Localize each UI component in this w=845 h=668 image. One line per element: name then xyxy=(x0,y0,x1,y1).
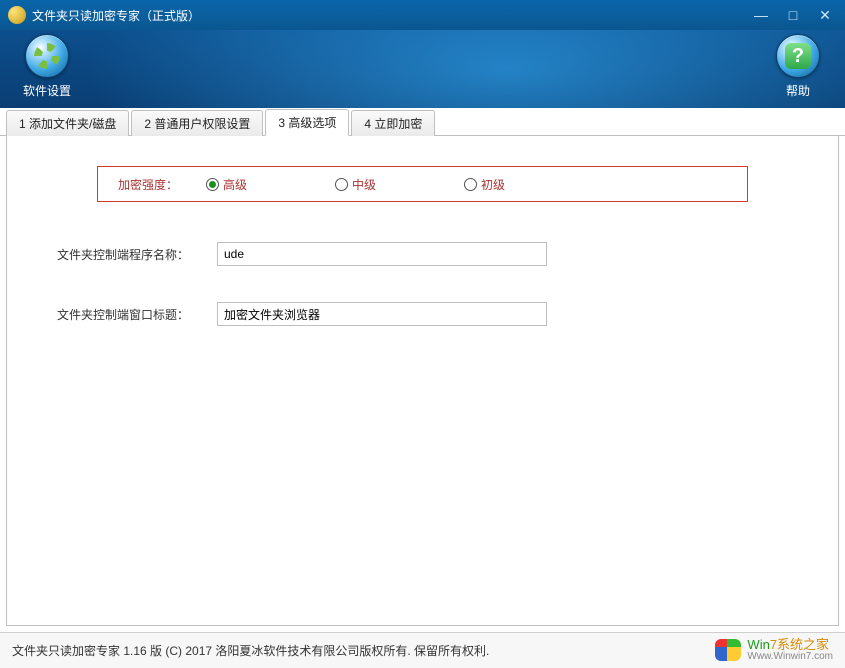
minimize-button[interactable]: ― xyxy=(745,5,777,25)
window-title-label: 文件夹控制端窗口标题： xyxy=(57,306,217,323)
window-title-input[interactable] xyxy=(217,302,547,326)
strength-option-med[interactable]: 中级 xyxy=(335,176,376,193)
strength-radio-med[interactable] xyxy=(335,178,348,191)
strength-option-low[interactable]: 初级 xyxy=(464,176,505,193)
statusbar: 文件夹只读加密专家 1.16 版 (C) 2017 洛阳夏冰软件技术有限公司版权… xyxy=(0,632,845,668)
strength-option-high[interactable]: 高级 xyxy=(206,176,247,193)
strength-radio-low[interactable] xyxy=(464,178,477,191)
watermark-brand: Win7系统之家 Www.Winwin7.com xyxy=(715,638,833,662)
strength-option-high-label: 高级 xyxy=(223,176,247,193)
program-name-input[interactable] xyxy=(217,242,547,266)
encryption-strength-group: 加密强度： 高级 中级 初级 xyxy=(97,166,748,202)
status-text: 文件夹只读加密专家 1.16 版 (C) 2017 洛阳夏冰软件技术有限公司版权… xyxy=(12,642,489,659)
brand-url: Www.Winwin7.com xyxy=(747,652,833,663)
tab-encrypt-now[interactable]: 4 立即加密 xyxy=(351,110,435,136)
settings-button[interactable] xyxy=(25,34,69,78)
maximize-button[interactable]: □ xyxy=(777,5,809,25)
tab-content: 加密强度： 高级 中级 初级 文件夹控制端程序名称： 文件夹控制端窗口标题： xyxy=(6,136,839,626)
program-name-label: 文件夹控制端程序名称： xyxy=(57,246,217,263)
window-controls: ― □ ✕ xyxy=(745,0,841,30)
tab-advanced[interactable]: 3 高级选项 xyxy=(265,109,349,136)
strength-label: 加密强度： xyxy=(118,176,178,193)
titlebar: 文件夹只读加密专家（正式版） ― □ ✕ xyxy=(0,0,845,30)
tab-user-permissions[interactable]: 2 普通用户权限设置 xyxy=(131,110,263,136)
help-label: 帮助 xyxy=(769,82,827,99)
settings-block: 软件设置 xyxy=(18,34,76,99)
header-banner: 软件设置 ? 帮助 xyxy=(0,30,845,108)
win7-flag-icon xyxy=(715,639,741,661)
strength-radio-high[interactable] xyxy=(206,178,219,191)
strength-option-low-label: 初级 xyxy=(481,176,505,193)
app-title: 文件夹只读加密专家（正式版） xyxy=(32,7,200,24)
row-window-title: 文件夹控制端窗口标题： xyxy=(57,302,788,326)
strength-option-med-label: 中级 xyxy=(352,176,376,193)
close-button[interactable]: ✕ xyxy=(809,5,841,25)
help-block: ? 帮助 xyxy=(769,34,827,99)
settings-label: 软件设置 xyxy=(18,82,76,99)
gear-icon xyxy=(34,43,60,69)
app-icon xyxy=(8,6,26,24)
brand-title: Win7系统之家 xyxy=(747,638,833,652)
row-program-name: 文件夹控制端程序名称： xyxy=(57,242,788,266)
help-icon: ? xyxy=(785,43,811,69)
tabs: 1 添加文件夹/磁盘 2 普通用户权限设置 3 高级选项 4 立即加密 xyxy=(0,108,845,136)
help-button[interactable]: ? xyxy=(776,34,820,78)
tab-add-folder[interactable]: 1 添加文件夹/磁盘 xyxy=(6,110,129,136)
